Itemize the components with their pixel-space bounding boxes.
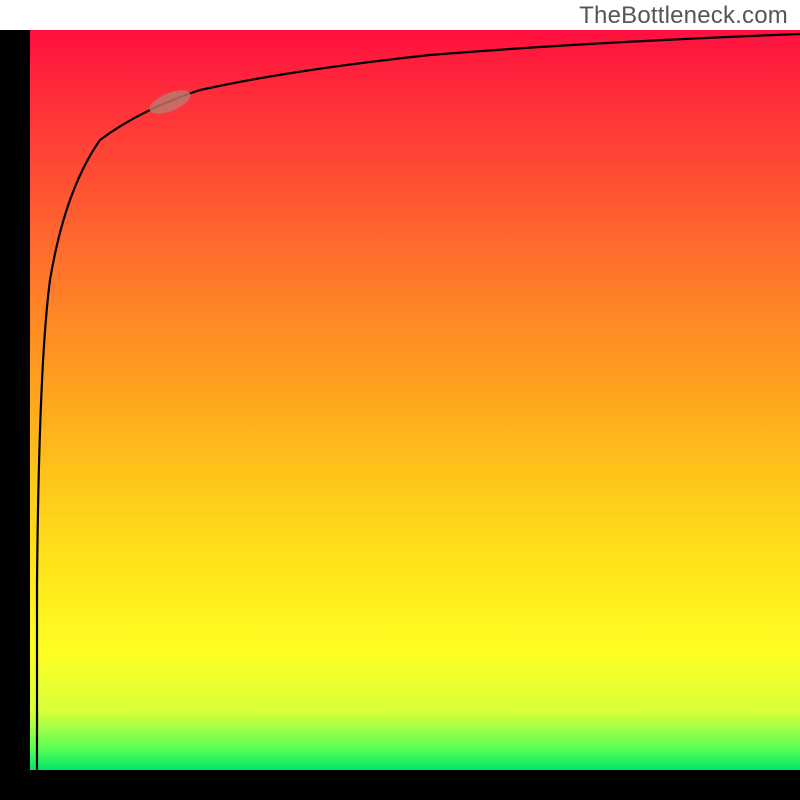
axis-origin-corner [0,770,30,800]
plot-background-gradient [30,30,800,770]
watermark-text: TheBottleneck.com [579,2,788,30]
x-axis [30,770,800,800]
y-axis [0,30,30,770]
chart-container: TheBottleneck.com [0,0,800,800]
